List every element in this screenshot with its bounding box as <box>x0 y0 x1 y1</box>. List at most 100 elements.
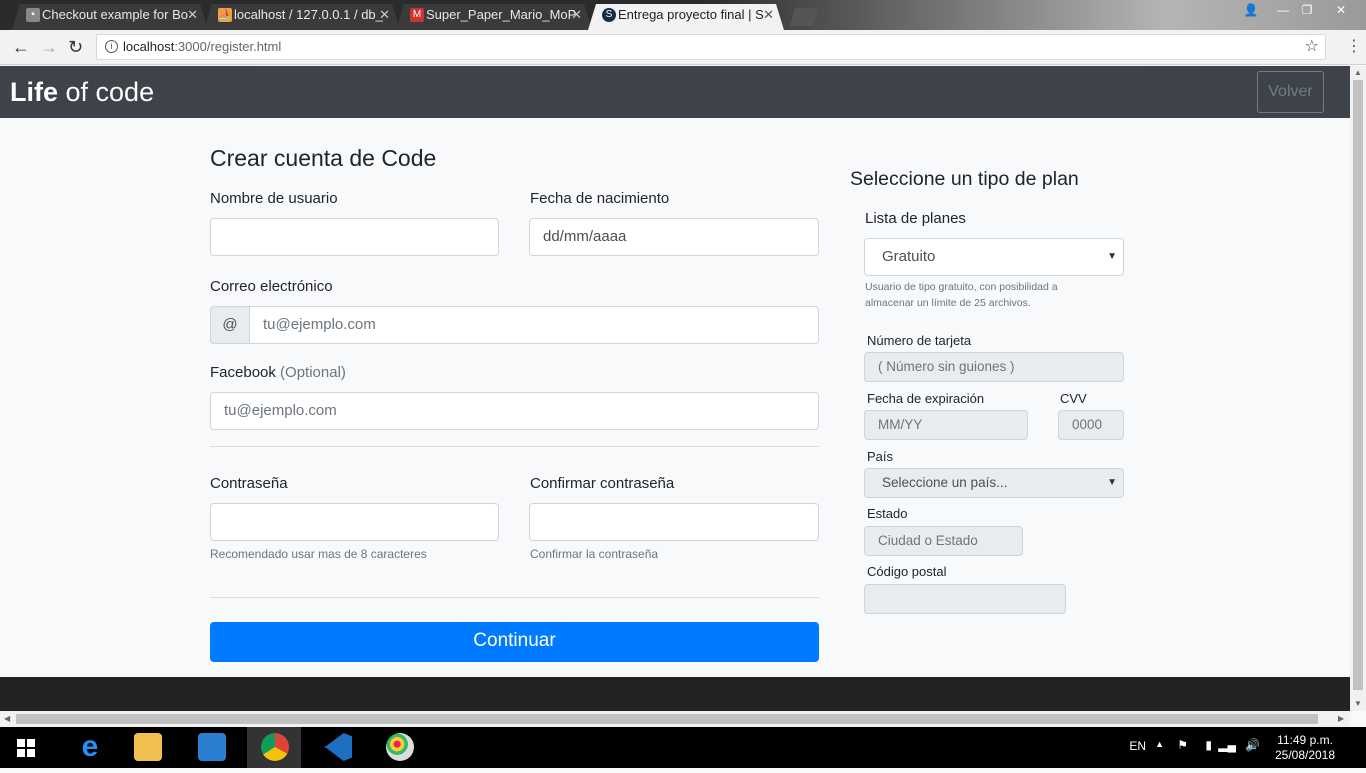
confirm-password-input[interactable] <box>529 503 819 541</box>
chevron-down-icon: ▼ <box>1107 477 1117 488</box>
magento-icon: M <box>410 8 424 22</box>
chevron-down-icon: ▼ <box>1107 251 1117 262</box>
expiration-input[interactable]: MM/YY <box>864 410 1028 440</box>
clock[interactable]: 11:49 p.m. 25/08/2018 <box>1270 733 1340 763</box>
chrome-button[interactable] <box>247 727 301 768</box>
media-player-button[interactable] <box>184 727 238 768</box>
navbar: Life of code Volver <box>0 66 1350 118</box>
confirm-password-help: Confirmar la contraseña <box>530 547 659 561</box>
optional-text: (Optional) <box>275 364 346 381</box>
close-tab-icon[interactable]: ✕ <box>187 4 198 26</box>
profile-icon[interactable]: 👤 <box>1236 0 1266 20</box>
divider <box>210 597 819 598</box>
facebook-label: Facebook (Optional) <box>210 364 346 381</box>
forward-icon[interactable]: → <box>40 36 58 58</box>
flag-icon[interactable]: ⚑ <box>1177 738 1188 752</box>
scroll-down-icon[interactable]: ▼ <box>1354 699 1362 708</box>
windows-logo-icon <box>17 739 35 757</box>
url-host: localhost <box>123 39 175 54</box>
url-bar[interactable]: i localhost:3000/register.html ☆ <box>96 34 1326 60</box>
chrome-icon <box>261 733 289 761</box>
internet-explorer-button[interactable]: e <box>62 727 116 768</box>
card-number-input[interactable]: ( Número sin guiones ) <box>864 352 1124 382</box>
continue-button[interactable]: Continuar <box>210 622 819 662</box>
paint-palette-icon <box>386 733 414 761</box>
scroll-left-icon[interactable]: ◀ <box>4 714 10 723</box>
close-tab-icon[interactable]: ✕ <box>379 4 390 26</box>
tab-entrega[interactable]: S Entrega proyecto final | S ✕ <box>588 4 784 30</box>
cvv-input[interactable]: 0000 <box>1058 410 1124 440</box>
plan-list-label: Lista de planes <box>865 210 966 227</box>
volver-button[interactable]: Volver <box>1257 71 1324 113</box>
country-select[interactable]: Seleccione un país... ▼ <box>864 468 1124 498</box>
tab-title: localhost / 127.0.0.1 / db_ <box>234 7 383 22</box>
zip-label: Código postal <box>867 564 947 579</box>
reload-icon[interactable]: ↻ <box>68 36 83 58</box>
address-toolbar: ← → ↻ i localhost:3000/register.html ☆ ⋮ <box>0 30 1366 65</box>
zip-input[interactable] <box>864 584 1066 614</box>
username-input[interactable] <box>210 218 499 256</box>
phpmyadmin-icon: ⛵ <box>218 9 232 20</box>
tray-expand-icon[interactable]: ▲ <box>1155 739 1164 749</box>
plan-select[interactable]: Gratuito ▼ <box>864 238 1124 276</box>
form-title: Crear cuenta de Code <box>210 145 437 171</box>
internet-explorer-icon: e <box>81 730 99 763</box>
page-viewport: Life of code Volver Crear cuenta de Code… <box>0 66 1350 711</box>
birthdate-label: Fecha de nacimiento <box>530 190 670 207</box>
state-input[interactable]: Ciudad o Estado <box>864 526 1023 556</box>
close-window-icon[interactable]: ✕ <box>1326 0 1356 20</box>
tab-title: Super_Paper_Mario_MoP <box>426 7 577 22</box>
plan-description-line: almacenar un límite de 25 archivos. <box>865 297 1031 309</box>
start-button[interactable] <box>0 727 54 768</box>
close-tab-icon[interactable]: ✕ <box>571 4 582 26</box>
volume-icon[interactable]: 🔊 <box>1245 738 1260 752</box>
cvv-label: CVV <box>1060 391 1087 406</box>
restore-icon[interactable]: ❐ <box>1292 0 1322 20</box>
facebook-input[interactable]: tu@ejemplo.com <box>210 392 819 430</box>
file-explorer-button[interactable] <box>120 727 174 768</box>
scroll-right-icon[interactable]: ▶ <box>1338 714 1344 723</box>
country-label: País <box>867 449 894 464</box>
vscode-button[interactable] <box>310 727 364 768</box>
browser-tab-strip: ▪ Checkout example for Bo ✕ ⛵ localhost … <box>0 0 1366 30</box>
email-input[interactable]: tu@ejemplo.com <box>249 306 819 344</box>
language-indicator[interactable]: EN <box>1129 739 1146 753</box>
tab-title: Checkout example for Bo <box>42 7 188 22</box>
tab-checkout[interactable]: ▪ Checkout example for Bo ✕ <box>12 4 208 30</box>
plan-select-value: Gratuito <box>882 248 936 265</box>
paint-button[interactable] <box>372 727 426 768</box>
brand-bold: Life <box>10 77 59 107</box>
tab-mario[interactable]: M Super_Paper_Mario_MoP ✕ <box>396 4 592 30</box>
battery-icon[interactable]: ▮ <box>1205 738 1212 752</box>
scroll-up-icon[interactable]: ▲ <box>1354 68 1362 77</box>
brand-logo[interactable]: Life of code <box>10 75 154 109</box>
password-input[interactable] <box>210 503 499 541</box>
close-tab-icon[interactable]: ✕ <box>763 4 774 26</box>
browser-menu-icon[interactable]: ⋮ <box>1346 37 1362 57</box>
vertical-scroll-thumb[interactable] <box>1353 80 1363 690</box>
folder-icon <box>134 733 162 761</box>
expiration-label: Fecha de expiración <box>867 391 985 406</box>
confirm-password-label: Confirmar contraseña <box>530 475 675 492</box>
clock-date: 25/08/2018 <box>1274 748 1336 762</box>
back-icon[interactable]: ← <box>12 36 30 58</box>
state-label: Estado <box>867 506 908 521</box>
country-select-value: Seleccione un país... <box>882 475 1008 490</box>
birthdate-input[interactable]: dd/mm/aaaa <box>529 218 819 256</box>
info-icon[interactable]: i <box>105 40 118 53</box>
page-footer <box>0 677 1350 711</box>
tab-title: Entrega proyecto final | S <box>618 7 764 22</box>
horizontal-scrollbar[interactable]: ◀ ▶ <box>0 711 1350 727</box>
plan-title: Seleccione un tipo de plan <box>850 168 1079 190</box>
card-number-label: Número de tarjeta <box>867 333 972 348</box>
s-logo-icon: S <box>602 8 616 22</box>
tab-phpmyadmin[interactable]: ⛵ localhost / 127.0.0.1 / db_ ✕ <box>204 4 400 30</box>
plan-description-line: Usuario de tipo gratuito, con posibilida… <box>865 281 1058 293</box>
vertical-scrollbar[interactable]: ▲ ▼ <box>1350 66 1366 711</box>
page-icon: ▪ <box>26 8 40 22</box>
password-label: Contraseña <box>210 475 288 492</box>
media-player-icon <box>198 733 226 761</box>
bookmark-star-icon[interactable]: ☆ <box>1305 35 1319 59</box>
horizontal-scroll-thumb[interactable] <box>16 714 1318 724</box>
network-icon[interactable]: ▂▄ <box>1218 738 1236 752</box>
